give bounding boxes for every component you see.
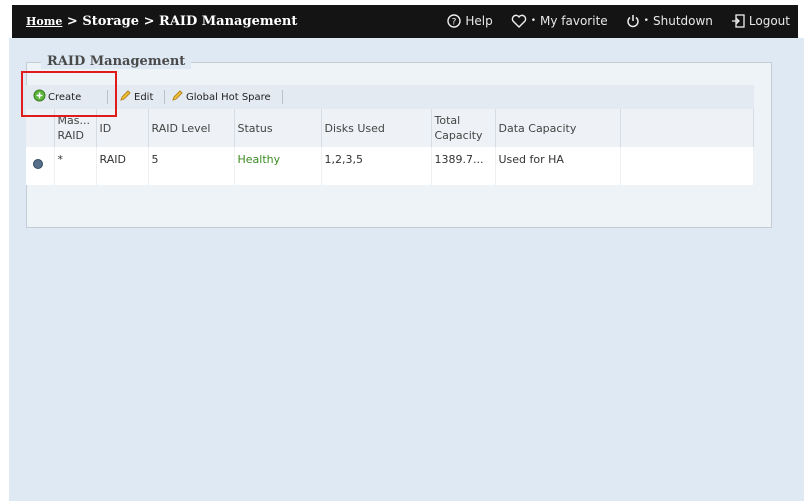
favorite-link[interactable]: • My favorite — [511, 14, 608, 28]
breadcrumb-home-link[interactable]: Home — [26, 15, 62, 28]
favorite-label: My favorite — [540, 14, 608, 28]
heart-icon — [511, 14, 527, 28]
breadcrumb-separator: > — [66, 14, 78, 29]
power-icon — [626, 14, 640, 28]
chevron-down-icon: • — [530, 16, 537, 26]
raid-grid-panel: Create Edit Global Hot Spare Mas... RAID… — [26, 85, 754, 185]
edit-button[interactable]: Edit — [119, 89, 153, 105]
disks-used-cell: 1,2,3,5 — [321, 147, 432, 185]
table-row[interactable]: * RAID 5 Healthy 1,2,3,5 1389.7... Used … — [26, 147, 754, 185]
main-content: RAID Management Create Edit Global Hot S… — [9, 38, 804, 501]
logout-label: Logout — [748, 14, 790, 28]
filler-column-header — [620, 109, 754, 147]
column-header-total-capacity[interactable]: Total Capacity — [431, 109, 496, 147]
toolbar: Create Edit Global Hot Spare — [26, 85, 754, 110]
edit-icon — [119, 89, 132, 105]
chevron-down-icon: • — [643, 16, 649, 26]
create-button-highlight — [21, 71, 117, 117]
toolbar-divider — [164, 90, 165, 104]
toolbar-divider — [282, 90, 283, 104]
breadcrumb: Home > Storage > RAID Management — [26, 14, 297, 29]
breadcrumb-separator: > — [143, 14, 155, 29]
help-label: Help — [465, 14, 493, 28]
breadcrumb-storage[interactable]: Storage — [82, 14, 139, 29]
id-cell: RAID — [96, 147, 149, 185]
raid-table: Mas... RAID ID RAID Level Status Disks U… — [26, 109, 754, 185]
raid-level-cell: 5 — [148, 147, 235, 185]
row-select-cell[interactable] — [26, 147, 55, 185]
help-icon: ? — [447, 14, 462, 28]
column-header-disks-used[interactable]: Disks Used — [321, 109, 432, 147]
hot-spare-icon — [171, 89, 184, 105]
breadcrumb-current-page: RAID Management — [159, 14, 298, 29]
top-bar: Home > Storage > RAID Management ? Help … — [12, 5, 798, 38]
logout-link[interactable]: Logout — [731, 14, 790, 28]
total-capacity-cell: 1389.7... — [431, 147, 496, 185]
shutdown-label: Shutdown — [652, 14, 713, 28]
table-header-row: Mas... RAID ID RAID Level Status Disks U… — [26, 109, 754, 147]
row-radio-button[interactable] — [33, 159, 43, 169]
column-header-status[interactable]: Status — [234, 109, 322, 147]
edit-label: Edit — [134, 91, 154, 103]
status-cell: Healthy — [234, 147, 322, 185]
logout-icon — [731, 14, 745, 28]
column-header-data-capacity[interactable]: Data Capacity — [495, 109, 621, 147]
top-nav: ? Help • My favorite • Shutdown Logout — [447, 14, 790, 28]
help-link[interactable]: ? Help — [447, 14, 493, 28]
global-hot-spare-button[interactable]: Global Hot Spare — [171, 89, 271, 105]
shutdown-link[interactable]: • Shutdown — [626, 14, 713, 28]
filler-cell — [620, 147, 754, 185]
data-capacity-cell: Used for HA — [495, 147, 621, 185]
column-header-raid-level[interactable]: RAID Level — [148, 109, 235, 147]
master-raid-cell: * — [54, 147, 97, 185]
svg-text:?: ? — [452, 18, 457, 28]
global-hot-spare-label: Global Hot Spare — [186, 91, 271, 103]
panel-title: RAID Management — [41, 54, 192, 69]
